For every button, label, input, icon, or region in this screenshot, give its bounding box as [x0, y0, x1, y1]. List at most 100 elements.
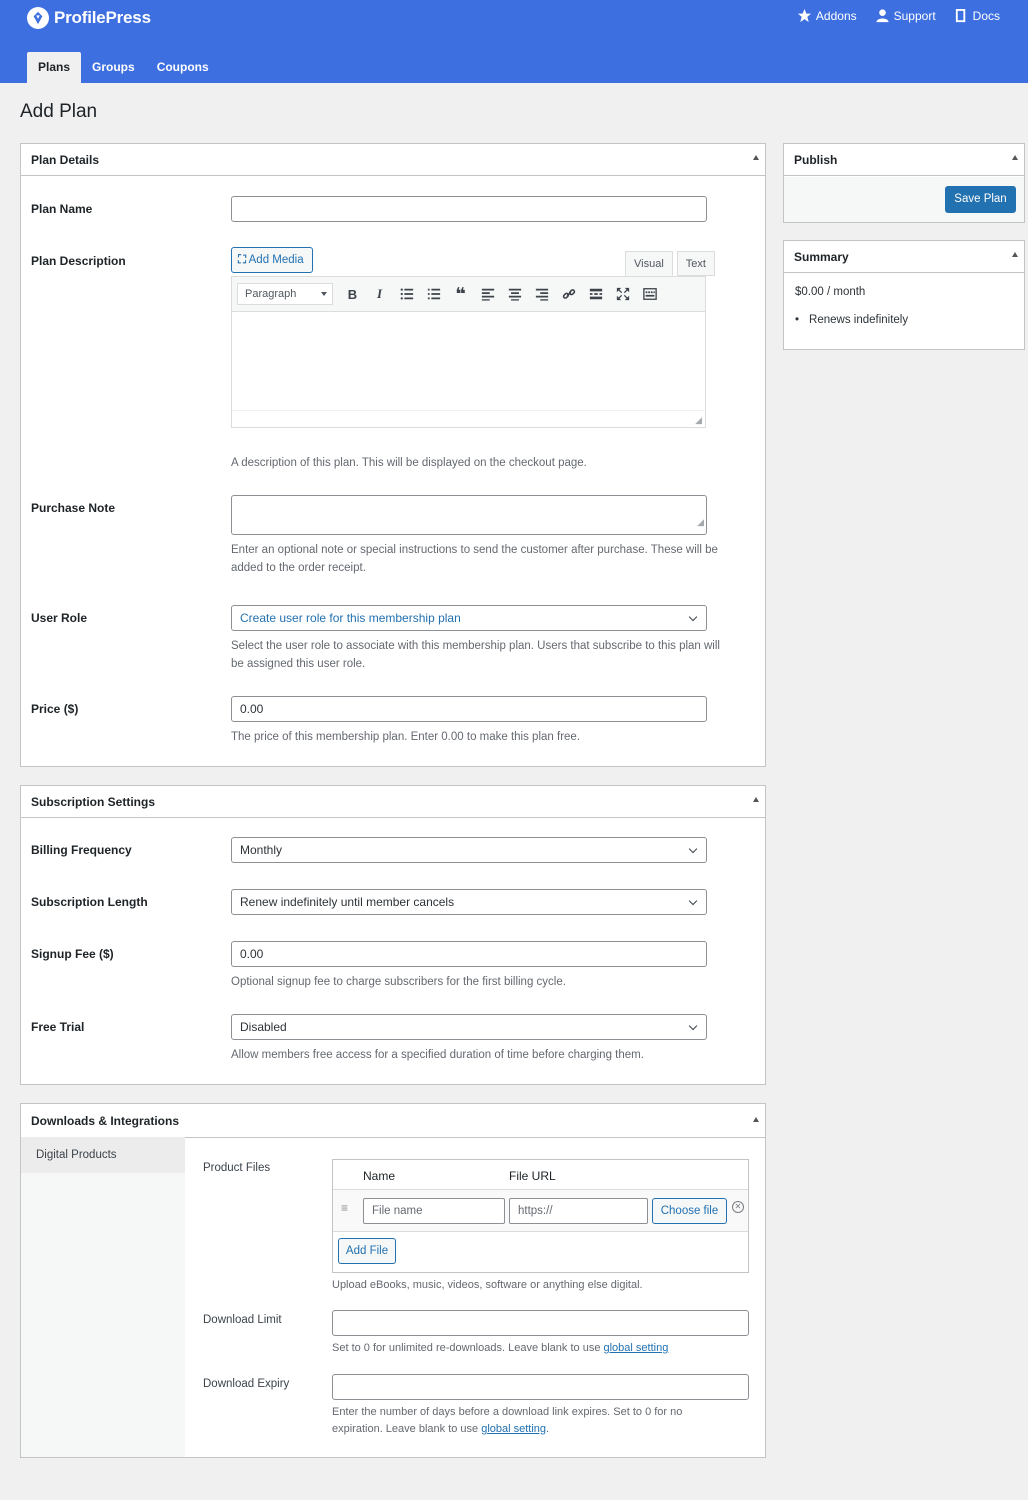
tab-digital-products[interactable]: Digital Products: [21, 1137, 185, 1173]
purchase-note-label: Purchase Note: [31, 501, 116, 515]
download-expiry-input[interactable]: [332, 1374, 749, 1400]
read-more-icon[interactable]: [582, 283, 609, 305]
format-select[interactable]: Paragraph: [237, 283, 333, 305]
file-name-input[interactable]: File name: [363, 1198, 505, 1224]
summary-renew: • Renews indefinitely: [795, 314, 908, 326]
add-file-button[interactable]: Add File: [338, 1238, 396, 1264]
download-limit-help-text: Set to 0 for unlimited re-downloads. Lea…: [332, 1342, 604, 1354]
user-role-field: Create user role for this membership pla…: [231, 605, 731, 673]
plan-name-input[interactable]: [231, 196, 707, 222]
global-setting-link[interactable]: global setting: [481, 1423, 546, 1435]
table-row: ≡ File name https:// Choose file ✕: [333, 1190, 748, 1232]
tab-groups[interactable]: Groups: [81, 52, 146, 83]
free-trial-select[interactable]: Disabled: [231, 1014, 707, 1040]
user-role-label: User Role: [31, 611, 88, 625]
docs-label: Docs: [972, 8, 1000, 23]
signup-fee-field: 0.00 Optional signup fee to charge subsc…: [231, 941, 731, 991]
plan-details-header: Plan Details: [21, 144, 765, 176]
user-role-select[interactable]: Create user role for this membership pla…: [231, 605, 707, 631]
publish-actions: Save Plan: [784, 177, 1024, 222]
resize-handle-icon[interactable]: ◢: [697, 510, 704, 534]
page-title: Add Plan: [20, 101, 98, 122]
billing-frequency-select[interactable]: Monthly: [231, 837, 707, 863]
billing-frequency-label: Billing Frequency: [31, 843, 132, 857]
fullscreen-icon[interactable]: [609, 283, 636, 305]
files-table-footer: Add File: [333, 1232, 748, 1272]
download-expiry-label: Download Expiry: [203, 1378, 290, 1390]
support-link[interactable]: Support: [875, 8, 936, 23]
period-text: .: [546, 1423, 550, 1435]
signup-fee-help: Optional signup fee to charge subscriber…: [231, 976, 566, 988]
product-files-table: Name File URL ≡ File name https:// Choos…: [332, 1159, 749, 1273]
collapse-toggle-icon[interactable]: [753, 797, 759, 802]
download-expiry-field: Enter the number of days before a downlo…: [332, 1374, 749, 1438]
plan-details-box: Plan Details Plan Name Plan Description …: [20, 143, 766, 767]
docs-link[interactable]: Docs: [954, 8, 1000, 23]
editor-statusbar: ◢: [232, 410, 705, 427]
tab-coupons[interactable]: Coupons: [146, 52, 220, 83]
toolbar-toggle-icon[interactable]: [636, 283, 663, 305]
purchase-note-help: Enter an optional note or special instru…: [231, 544, 718, 574]
collapse-toggle-icon[interactable]: [753, 155, 759, 160]
link-icon[interactable]: [555, 283, 582, 305]
tab-visual[interactable]: Visual: [625, 251, 673, 276]
files-table-header: Name File URL: [333, 1160, 748, 1190]
media-icon: ⛶: [238, 254, 247, 266]
price-help: The price of this membership plan. Enter…: [231, 731, 581, 743]
star-icon: [797, 8, 811, 23]
collapse-toggle-icon[interactable]: [753, 1117, 759, 1122]
align-right-icon[interactable]: [528, 283, 555, 305]
purchase-note-textarea[interactable]: ◢: [231, 495, 707, 535]
choose-file-button[interactable]: Choose file: [652, 1198, 727, 1224]
subscription-length-label: Subscription Length: [31, 895, 148, 909]
bullet-list-icon[interactable]: [393, 283, 420, 305]
summary-box: Summary $0.00 / month • Renews indefinite…: [783, 240, 1025, 350]
add-media-button[interactable]: ⛶ Add Media: [231, 247, 313, 273]
subscription-settings-title: Subscription Settings: [31, 795, 156, 809]
download-limit-field: Set to 0 for unlimited re-downloads. Lea…: [332, 1310, 752, 1357]
signup-fee-input[interactable]: 0.00: [231, 941, 707, 967]
bold-icon[interactable]: B: [339, 283, 366, 305]
downloads-sidebar: Digital Products: [21, 1137, 185, 1457]
collapse-toggle-icon[interactable]: [1012, 252, 1018, 257]
summary-renew-text: Renews indefinitely: [809, 314, 909, 326]
numbered-list-icon[interactable]: [420, 283, 447, 305]
product-files-field: Name File URL ≡ File name https:// Choos…: [332, 1159, 749, 1294]
summary-price: $0.00 / month: [795, 286, 866, 298]
subscription-length-select[interactable]: Renew indefinitely until member cancels: [231, 889, 707, 915]
download-limit-input[interactable]: [332, 1310, 749, 1336]
global-setting-link[interactable]: global setting: [604, 1342, 669, 1354]
billing-frequency-row: Billing Frequency Monthly: [31, 837, 755, 863]
collapse-toggle-icon[interactable]: [1012, 155, 1018, 160]
purchase-note-field: ◢ Enter an optional note or special inst…: [231, 495, 731, 577]
price-input[interactable]: 0.00: [231, 696, 707, 722]
summary-title: Summary: [794, 250, 849, 264]
align-center-icon[interactable]: [501, 283, 528, 305]
drag-handle-icon[interactable]: ≡: [341, 1201, 348, 1215]
tab-text[interactable]: Text: [676, 251, 715, 276]
file-url-input[interactable]: https://: [509, 1198, 648, 1224]
blockquote-icon[interactable]: ❝: [447, 283, 474, 305]
free-trial-label: Free Trial: [31, 1020, 85, 1034]
price-field: 0.00 The price of this membership plan. …: [231, 696, 731, 746]
italic-icon[interactable]: I: [366, 283, 393, 305]
brand[interactable]: ProfilePress: [27, 6, 151, 30]
addons-link[interactable]: Addons: [797, 8, 857, 23]
signup-fee-label: Signup Fee ($): [31, 947, 114, 961]
save-plan-button[interactable]: Save Plan: [945, 186, 1016, 213]
editor-toolbar: Paragraph B I ❝: [231, 276, 706, 312]
bullet-icon: •: [795, 314, 800, 326]
resize-handle-icon[interactable]: ◢: [695, 415, 702, 426]
header-links: Addons Support Docs: [797, 8, 1000, 23]
subscription-settings-header: Subscription Settings: [21, 786, 765, 818]
remove-file-icon[interactable]: ✕: [732, 1201, 744, 1213]
downloads-integrations-box: Downloads & Integrations Digital Product…: [20, 1103, 766, 1458]
nav-tabs: Plans Groups Coupons: [27, 52, 220, 83]
editor-tabs: Visual Text: [621, 251, 715, 276]
user-role-help: Select the user role to associate with t…: [231, 640, 720, 670]
align-left-icon[interactable]: [474, 283, 501, 305]
description-textarea[interactable]: ◢: [231, 312, 706, 428]
tab-plans[interactable]: Plans: [27, 52, 82, 83]
addons-label: Addons: [815, 8, 857, 23]
free-trial-field: Disabled Allow members free access for a…: [231, 1014, 731, 1064]
